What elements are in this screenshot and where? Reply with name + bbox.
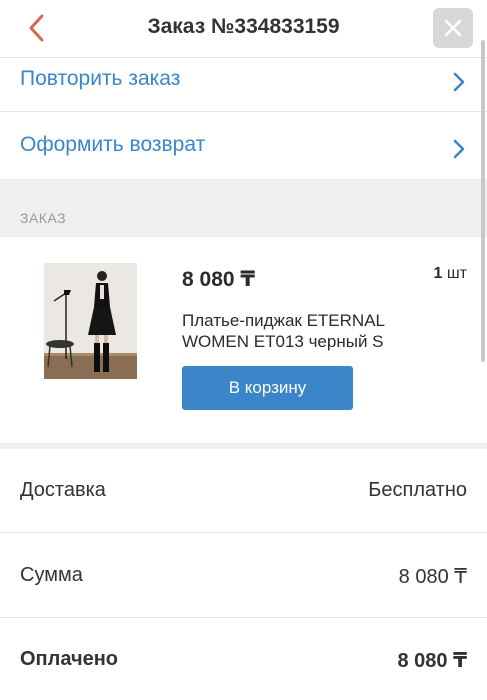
paid-value: 8 080 ₸: [397, 650, 467, 672]
paid-row: Оплачено 8 080 ₸: [0, 618, 487, 700]
chevron-right-icon: [453, 139, 465, 159]
add-to-cart-button[interactable]: В корзину: [182, 366, 353, 410]
sum-row: Сумма 8 080 ₸: [0, 533, 487, 618]
product-name[interactable]: Платье-пиджак ETERNAL WOMEN ET013 черный…: [182, 310, 422, 352]
return-order-row[interactable]: Оформить возврат: [0, 112, 487, 179]
scrollbar[interactable]: [481, 40, 485, 362]
quantity-number: 1: [433, 265, 443, 282]
close-button[interactable]: [433, 8, 473, 48]
sum-value: 8 080 ₸: [398, 566, 467, 588]
delivery-label: Доставка: [20, 479, 106, 501]
repeat-order-label: Повторить заказ: [20, 67, 181, 90]
product-item: 8 080 ₸ 1 шт Платье-пиджак ETERNAL WOMEN…: [0, 237, 487, 443]
paid-label: Оплачено: [20, 648, 118, 670]
quantity-unit: шт: [446, 265, 467, 282]
product-image[interactable]: [44, 263, 137, 379]
top-bar: Заказ №334833159: [0, 0, 487, 58]
delivery-row: Доставка Бесплатно: [0, 449, 487, 533]
section-label: ЗАКАЗ: [20, 210, 67, 226]
order-section-header: ЗАКАЗ: [0, 179, 487, 237]
repeat-order-row[interactable]: Повторить заказ: [0, 58, 487, 112]
chevron-right-icon: [453, 72, 465, 92]
product-price: 8 080 ₸: [182, 268, 255, 291]
return-order-label: Оформить возврат: [20, 133, 206, 156]
product-quantity: 1 шт: [433, 265, 467, 283]
page-title: Заказ №334833159: [147, 15, 340, 38]
sum-label: Сумма: [20, 564, 83, 586]
close-icon: [444, 19, 462, 37]
delivery-value: Бесплатно: [368, 479, 467, 501]
